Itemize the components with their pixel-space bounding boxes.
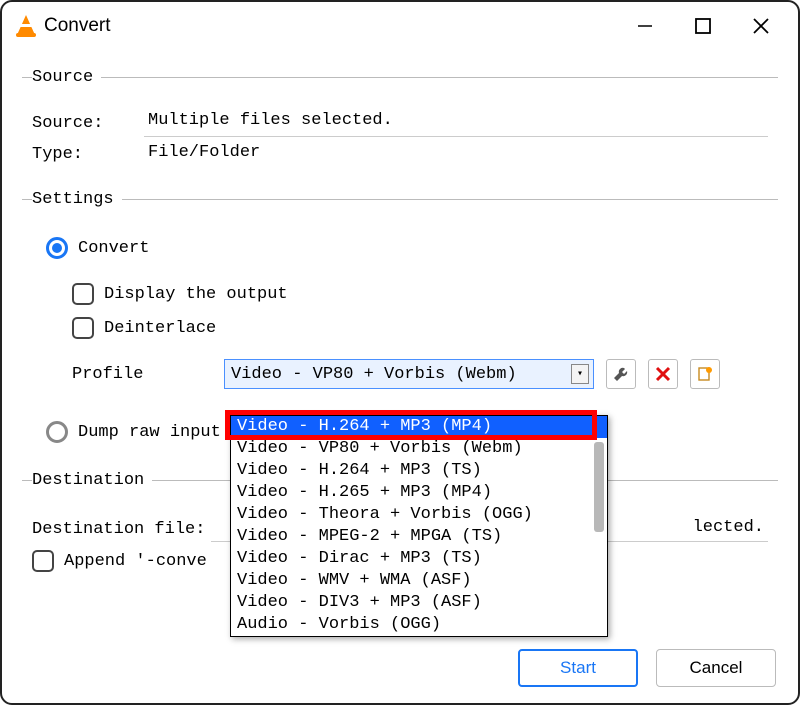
dump-raw-label: Dump raw input [78, 423, 221, 442]
close-button[interactable] [732, 2, 790, 50]
radio-off-icon [46, 421, 68, 443]
profile-option[interactable]: Video - DIV3 + MP3 (ASF) [231, 592, 607, 614]
minimize-icon [636, 17, 654, 35]
append-converted-checkbox[interactable]: Append '-conve [32, 550, 207, 572]
profile-option[interactable]: Video - H.265 + MP3 (MP4) [231, 482, 607, 504]
dump-raw-radio[interactable]: Dump raw input [46, 421, 221, 443]
source-value: Multiple files selected. [144, 109, 768, 137]
convert-radio-label: Convert [78, 239, 149, 258]
append-converted-label: Append '-conve [64, 552, 207, 571]
profile-option[interactable]: Video - MPEG-2 + MPGA (TS) [231, 526, 607, 548]
checkbox-icon [72, 283, 94, 305]
new-profile-button[interactable] [690, 359, 720, 389]
titlebar: Convert [2, 2, 798, 50]
profile-option[interactable]: Video - H.264 + MP3 (TS) [231, 460, 607, 482]
convert-radio[interactable]: Convert [46, 237, 149, 259]
chevron-down-icon: ▾ [571, 364, 589, 384]
vlc-cone-icon [16, 15, 36, 37]
settings-legend: Settings [32, 190, 122, 209]
convert-dialog: Convert Source Source: Multiple files se… [0, 0, 800, 705]
profile-option[interactable]: Video - Dirac + MP3 (TS) [231, 548, 607, 570]
profile-option[interactable]: Audio - Vorbis (OGG) [231, 614, 607, 636]
checkbox-icon [32, 550, 54, 572]
cancel-button[interactable]: Cancel [656, 649, 776, 687]
checkbox-icon [72, 317, 94, 339]
delete-profile-button[interactable] [648, 359, 678, 389]
type-value: File/Folder [144, 141, 768, 168]
profile-option[interactable]: Video - H.264 + MP3 (MP4) [231, 416, 607, 438]
profile-dropdown-list[interactable]: Video - H.264 + MP3 (MP4) Video - VP80 +… [230, 415, 608, 637]
wrench-icon [612, 365, 630, 383]
profile-selected-value: Video - VP80 + Vorbis (Webm) [231, 365, 517, 384]
maximize-icon [695, 18, 711, 34]
x-icon [655, 366, 671, 382]
window-title: Convert [44, 15, 608, 37]
destination-legend: Destination [32, 471, 152, 490]
profile-combobox[interactable]: Video - VP80 + Vorbis (Webm) ▾ [224, 359, 594, 389]
window-controls [616, 2, 790, 50]
profile-option[interactable]: Video - Theora + Vorbis (OGG) [231, 504, 607, 526]
profile-label: Profile [72, 365, 212, 384]
source-label: Source: [32, 114, 132, 133]
dropdown-scrollbar[interactable] [594, 442, 604, 532]
edit-profile-button[interactable] [606, 359, 636, 389]
destination-file-label: Destination file: [32, 520, 205, 539]
display-output-label: Display the output [104, 285, 288, 304]
start-button[interactable]: Start [518, 649, 638, 687]
profile-option[interactable]: Video - VP80 + Vorbis (Webm) [231, 438, 607, 460]
new-document-icon [697, 366, 713, 382]
minimize-button[interactable] [616, 2, 674, 50]
deinterlace-label: Deinterlace [104, 319, 216, 338]
deinterlace-checkbox[interactable]: Deinterlace [72, 317, 216, 339]
maximize-button[interactable] [674, 2, 732, 50]
type-label: Type: [32, 145, 132, 164]
display-output-checkbox[interactable]: Display the output [72, 283, 288, 305]
close-icon [752, 17, 770, 35]
source-group: Source Source: Multiple files selected. … [22, 68, 778, 178]
profile-option[interactable]: Video - WMV + WMA (ASF) [231, 570, 607, 592]
radio-on-icon [46, 237, 68, 259]
source-legend: Source [32, 68, 101, 87]
